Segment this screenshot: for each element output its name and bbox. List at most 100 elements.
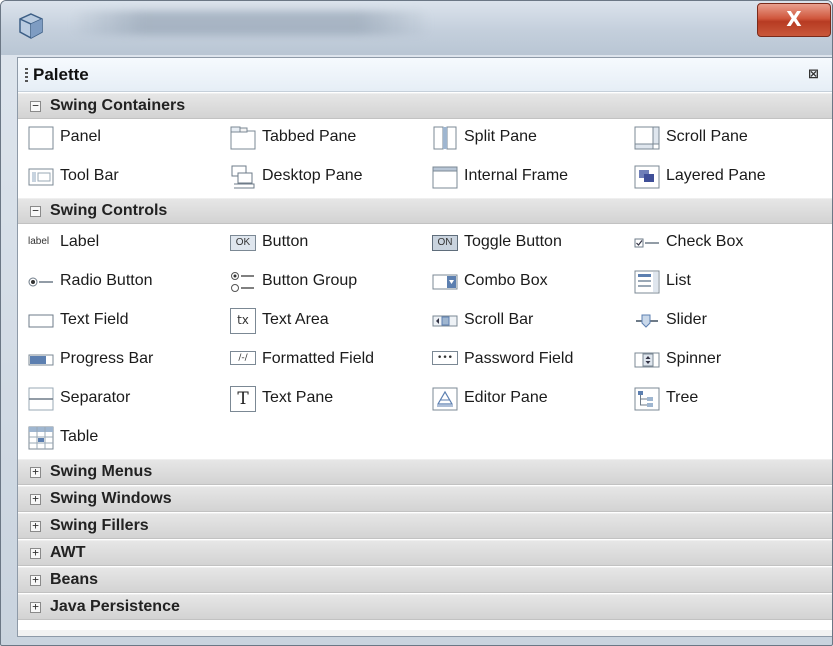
item-label: Tool Bar <box>60 167 119 184</box>
palette-item-editor-pane[interactable]: Editor Pane <box>432 383 632 415</box>
tabbed-pane-icon <box>230 126 256 150</box>
palette-item-tabbed-pane[interactable]: Tabbed Pane <box>230 122 430 154</box>
section-label: Beans <box>50 571 99 588</box>
button-group-icon <box>231 272 254 292</box>
window-close-button[interactable]: X <box>757 3 831 37</box>
palette-item-text-field[interactable]: Text Field <box>28 305 228 337</box>
section-swing-windows[interactable]: + Swing Windows <box>18 486 832 512</box>
collapse-icon[interactable]: − <box>30 205 41 217</box>
palette-title: Palette <box>33 65 89 84</box>
palette-item-formatted-field[interactable]: /-/ Formatted Field <box>230 344 430 376</box>
palette-item-spinner[interactable]: Spinner <box>634 344 832 376</box>
text-field-icon <box>28 314 54 328</box>
palette-item-separator[interactable]: Separator <box>28 383 228 415</box>
palette-item-tool-bar[interactable]: Tool Bar <box>28 161 228 193</box>
item-label: Split Pane <box>464 128 537 145</box>
section-java-persistence[interactable]: + Java Persistence <box>18 594 832 620</box>
item-label: Text Pane <box>262 389 334 406</box>
section-swing-fillers[interactable]: + Swing Fillers <box>18 513 832 539</box>
palette-panel: Palette ⊠ − Swing Containers Panel Tabbe… <box>17 57 832 637</box>
palette-item-combo-box[interactable]: Combo Box <box>432 266 632 298</box>
section-label: Swing Controls <box>50 202 168 219</box>
section-beans[interactable]: + Beans <box>18 567 832 593</box>
tool-bar-icon <box>28 168 54 186</box>
palette-item-progress-bar[interactable]: Progress Bar <box>28 344 228 376</box>
expand-icon[interactable]: + <box>30 574 41 586</box>
item-label: Layered Pane <box>666 167 766 184</box>
palette-item-text-pane[interactable]: T Text Pane <box>230 383 430 415</box>
item-label: Tabbed Pane <box>262 128 357 145</box>
section-label: AWT <box>50 544 86 561</box>
section-awt[interactable]: + AWT <box>18 540 832 566</box>
list-icon <box>634 270 660 294</box>
item-label: Separator <box>60 389 131 406</box>
separator-icon <box>28 387 54 411</box>
expand-icon[interactable]: + <box>30 547 41 559</box>
combo-box-icon <box>432 274 458 290</box>
section-swing-menus[interactable]: + Swing Menus <box>18 459 832 485</box>
expand-icon[interactable]: + <box>30 520 41 532</box>
text-area-icon: tx <box>230 308 256 334</box>
title-bar[interactable]: X <box>1 1 832 55</box>
section-label: Swing Containers <box>50 97 186 114</box>
palette-item-scroll-bar[interactable]: Scroll Bar <box>432 305 632 337</box>
palette-item-check-box[interactable]: Check Box <box>634 227 832 259</box>
palette-item-desktop-pane[interactable]: Desktop Pane <box>230 161 430 193</box>
item-label: Internal Frame <box>464 167 569 184</box>
item-label: List <box>666 272 691 289</box>
item-label: Scroll Bar <box>464 311 534 328</box>
palette-item-panel[interactable]: Panel <box>28 122 228 154</box>
item-label: Toggle Button <box>464 233 562 250</box>
section-label: Java Persistence <box>50 598 180 615</box>
item-label: Desktop Pane <box>262 167 363 184</box>
section-swing-containers[interactable]: − Swing Containers <box>18 93 832 119</box>
palette-close-icon[interactable]: ⊠ <box>808 66 819 82</box>
scroll-pane-icon <box>634 126 660 150</box>
panel-footer <box>18 630 832 636</box>
item-label: Spinner <box>666 350 722 367</box>
item-label: Slider <box>666 311 707 328</box>
section-swing-controls[interactable]: − Swing Controls <box>18 198 832 224</box>
tree-icon <box>634 387 660 411</box>
panel-icon <box>28 126 54 150</box>
item-label: Password Field <box>464 350 574 367</box>
item-label: Panel <box>60 128 101 145</box>
item-label: Formatted Field <box>262 350 375 367</box>
button-icon: OK <box>230 235 256 251</box>
item-label: Combo Box <box>464 272 548 289</box>
palette-item-radio-button[interactable]: Radio Button <box>28 266 228 298</box>
palette-item-slider[interactable]: Slider <box>634 305 832 337</box>
palette-item-list[interactable]: List <box>634 266 832 298</box>
item-label: Text Area <box>262 311 329 328</box>
palette-item-button[interactable]: OK Button <box>230 227 430 259</box>
palette-window: X Palette ⊠ − Swing Containers Panel Tab… <box>0 0 833 646</box>
section-label: Swing Fillers <box>50 517 149 534</box>
palette-item-scroll-pane[interactable]: Scroll Pane <box>634 122 832 154</box>
palette-item-button-group[interactable]: Button Group <box>230 266 430 298</box>
section-label: Swing Menus <box>50 463 153 480</box>
palette-item-internal-frame[interactable]: Internal Frame <box>432 161 632 193</box>
item-label: Button <box>262 233 309 250</box>
item-label: Tree <box>666 389 699 406</box>
drag-grip-icon[interactable] <box>25 68 28 82</box>
expand-icon[interactable]: + <box>30 493 41 505</box>
palette-item-table[interactable]: Table <box>28 422 228 454</box>
text-pane-icon: T <box>230 386 256 412</box>
formatted-field-icon: /-/ <box>230 351 256 365</box>
expand-icon[interactable]: + <box>30 601 41 613</box>
palette-item-label[interactable]: label Label <box>28 227 228 259</box>
palette-item-layered-pane[interactable]: Layered Pane <box>634 161 832 193</box>
palette-item-text-area[interactable]: tx Text Area <box>230 305 430 337</box>
password-field-icon: ••• <box>432 351 458 365</box>
slider-icon <box>636 314 658 328</box>
palette-item-split-pane[interactable]: Split Pane <box>432 122 632 154</box>
palette-item-password-field[interactable]: ••• Password Field <box>432 344 632 376</box>
radio-button-icon <box>28 277 53 287</box>
palette-item-toggle-button[interactable]: ON Toggle Button <box>432 227 632 259</box>
palette-item-tree[interactable]: Tree <box>634 383 832 415</box>
check-box-icon <box>634 238 659 248</box>
collapse-icon[interactable]: − <box>30 100 41 112</box>
expand-icon[interactable]: + <box>30 466 41 478</box>
spinner-icon <box>634 352 660 368</box>
app-cube-icon <box>19 13 43 39</box>
